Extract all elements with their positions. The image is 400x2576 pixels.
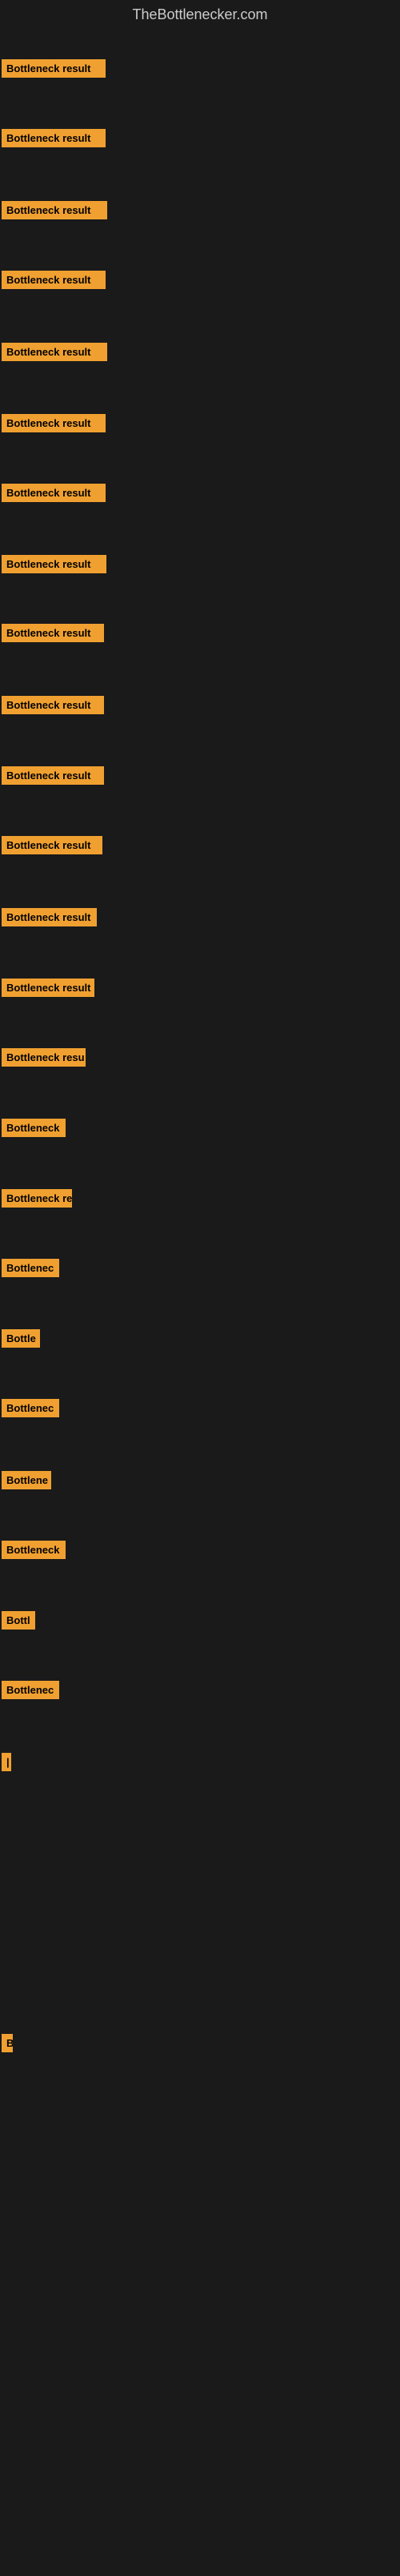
- bottleneck-result-item: Bottleneck: [2, 1119, 66, 1137]
- bottleneck-result-item: Bottleneck result: [2, 908, 97, 926]
- bottleneck-result-item: Bottleneck result: [2, 414, 106, 432]
- bottleneck-result-item: Bottleneck result: [2, 696, 104, 714]
- bottleneck-result-item: |: [2, 1753, 11, 1771]
- bottleneck-result-item: Bottlenec: [2, 1399, 59, 1417]
- bottleneck-result-item: Bottlene: [2, 1471, 51, 1489]
- bottleneck-result-item: Bottleneck re: [2, 1189, 72, 1208]
- bottleneck-result-item: Bottleneck resu: [2, 1048, 86, 1067]
- bottleneck-result-item: Bottleneck result: [2, 555, 106, 573]
- bottleneck-result-item: Bottleneck result: [2, 59, 106, 78]
- bottleneck-result-item: Bottleneck result: [2, 766, 104, 785]
- bottleneck-result-item: Bottleneck result: [2, 979, 94, 997]
- bottleneck-result-item: Bottle: [2, 1329, 40, 1348]
- bottleneck-result-item: Bottleneck result: [2, 484, 106, 502]
- bottleneck-result-item: Bottleneck: [2, 1541, 66, 1559]
- bottleneck-result-item: Bottleneck result: [2, 836, 102, 854]
- bottleneck-result-item: Bottl: [2, 1611, 35, 1630]
- bottleneck-result-item: Bottlenec: [2, 1259, 59, 1277]
- bottleneck-result-item: Bottleneck result: [2, 343, 107, 361]
- bottleneck-result-item: Bottlenec: [2, 1681, 59, 1699]
- bottleneck-result-item: B: [2, 2034, 13, 2052]
- bottleneck-result-item: Bottleneck result: [2, 201, 107, 219]
- bottleneck-result-item: Bottleneck result: [2, 624, 104, 642]
- bottleneck-result-item: Bottleneck result: [2, 129, 106, 147]
- site-title: TheBottlenecker.com: [0, 0, 400, 30]
- bottleneck-result-item: Bottleneck result: [2, 271, 106, 289]
